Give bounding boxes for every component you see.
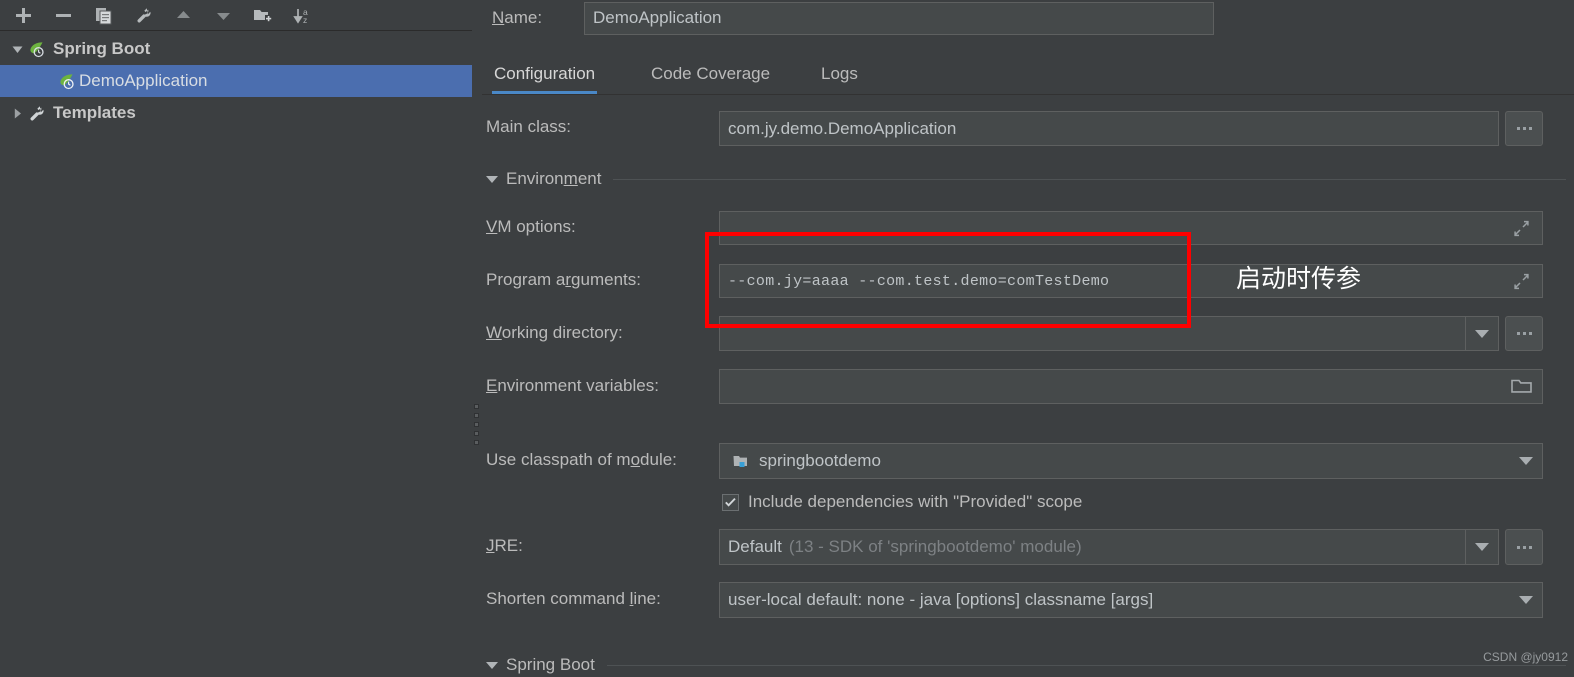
collapse-triangle-icon: [486, 175, 498, 183]
configuration-tabs: Configuration Code Coverage Logs: [474, 54, 1574, 95]
section-divider: [613, 178, 1566, 180]
working-directory-label: Working directory:: [486, 323, 623, 342]
configurations-left-panel: a z Spring Boot DemoApplication Template…: [0, 0, 474, 677]
remove-icon[interactable]: [50, 3, 76, 27]
ellipsis-icon: [1516, 332, 1532, 335]
main-class-label: Main class:: [486, 117, 572, 136]
move-down-icon[interactable]: [210, 3, 236, 27]
vm-options-label: VM options:: [486, 217, 576, 236]
shorten-command-line-dropdown-button[interactable]: [1509, 583, 1542, 617]
main-class-input[interactable]: com.jy.demo.DemoApplication: [719, 111, 1499, 146]
tree-node-label: DemoApplication: [79, 71, 208, 90]
configurations-tree: Spring Boot DemoApplication Templates: [0, 32, 473, 677]
splitter-grip-icon: [474, 404, 480, 450]
wrench-icon: [26, 103, 46, 123]
jre-combo[interactable]: Default (13 - SDK of 'springbootdemo' mo…: [719, 529, 1499, 565]
chevron-down-icon: [1518, 596, 1533, 604]
ellipsis-icon: [1516, 545, 1532, 549]
annotation-text: 启动时传参: [1236, 265, 1362, 293]
spring-boot-section-label: Spring Boot: [506, 655, 595, 674]
tab-logs[interactable]: Logs: [819, 54, 860, 94]
add-icon[interactable]: [10, 3, 36, 27]
new-folder-icon[interactable]: [250, 3, 276, 27]
expand-vm-options-icon[interactable]: [1510, 217, 1532, 239]
configuration-details-panel: Name: Share Single instance onl Configur…: [474, 0, 1574, 677]
svg-text:z: z: [303, 15, 307, 25]
watermark: CSDN @jy0912: [1483, 650, 1568, 664]
shorten-command-line-label: Shorten command line:: [486, 589, 661, 608]
spring-boot-icon: [56, 71, 76, 91]
environment-variables-folder-icon[interactable]: [1509, 375, 1533, 397]
include-provided-checkbox[interactable]: Include dependencies with "Provided" sco…: [722, 492, 1082, 512]
tab-label: Logs: [821, 64, 858, 83]
jre-dropdown-button[interactable]: [1465, 530, 1498, 564]
spring-boot-section-header[interactable]: Spring Boot: [486, 655, 1566, 675]
tree-node-label: Spring Boot: [53, 39, 151, 58]
ellipsis-icon: [1516, 127, 1532, 130]
wrench-icon[interactable]: [130, 3, 156, 27]
environment-section-header[interactable]: Environment: [486, 169, 1566, 189]
panel-splitter[interactable]: [472, 0, 482, 677]
use-classpath-label: Use classpath of module:: [486, 450, 677, 469]
use-classpath-dropdown-button[interactable]: [1509, 444, 1542, 478]
tree-node-spring-boot[interactable]: Spring Boot: [0, 33, 473, 65]
tab-code-coverage[interactable]: Code Coverage: [649, 54, 772, 94]
collapse-triangle-icon: [486, 661, 498, 669]
vm-options-input[interactable]: [719, 211, 1543, 245]
tree-node-demoapplication[interactable]: DemoApplication: [0, 65, 473, 97]
working-directory-dropdown-button[interactable]: [1465, 317, 1498, 350]
spring-boot-icon: [26, 39, 46, 59]
expand-program-arguments-icon[interactable]: [1510, 270, 1532, 292]
chevron-down-icon: [1475, 543, 1489, 551]
use-classpath-value: springbootdemo: [759, 451, 881, 470]
tab-configuration[interactable]: Configuration: [492, 54, 598, 94]
chevron-down-icon: [1518, 457, 1533, 465]
name-label: Name:: [492, 8, 543, 27]
include-provided-label: Include dependencies with "Provided" sco…: [748, 492, 1083, 511]
program-arguments-input[interactable]: --com.jy=aaaa --com.test.demo=comTestDem…: [719, 264, 1543, 298]
copy-icon[interactable]: [90, 3, 116, 27]
use-classpath-combo[interactable]: springbootdemo: [719, 443, 1543, 479]
move-up-icon[interactable]: [170, 3, 196, 27]
tree-node-label: Templates: [53, 103, 136, 122]
chevron-down-icon: [1475, 329, 1489, 338]
environment-section-label: Environment: [506, 169, 602, 188]
environment-variables-input[interactable]: [719, 369, 1543, 404]
name-input[interactable]: [584, 1, 1214, 35]
environment-variables-label: Environment variables:: [486, 376, 659, 395]
jre-value: Default: [728, 537, 782, 556]
tab-label: Configuration: [494, 64, 596, 83]
working-directory-input[interactable]: [719, 316, 1499, 351]
jre-value-hint: (13 - SDK of 'springbootdemo' module): [788, 537, 1082, 556]
section-divider: [606, 664, 1566, 666]
expand-triangle-down-icon[interactable]: [9, 41, 26, 58]
run-configurations-dialog: a z Spring Boot DemoApplication Template…: [0, 0, 1574, 677]
configuration-form: Main class: com.jy.demo.DemoApplication …: [474, 95, 1574, 677]
program-arguments-label: Program arguments:: [486, 270, 641, 289]
shorten-command-line-combo[interactable]: user-local default: none - java [options…: [719, 582, 1543, 618]
configurations-toolbar: a z: [0, 0, 473, 31]
jre-label: JRE:: [486, 536, 523, 555]
main-class-browse-button[interactable]: [1505, 111, 1543, 146]
working-directory-browse-button[interactable]: [1505, 316, 1543, 351]
sort-alphabetically-icon[interactable]: a z: [290, 3, 316, 27]
module-icon: [730, 451, 750, 471]
checkbox-checked-icon: [722, 493, 739, 511]
expand-triangle-right-icon[interactable]: [9, 105, 26, 122]
tab-label: Code Coverage: [651, 64, 771, 83]
name-row: Name:: [492, 0, 1574, 36]
jre-browse-button[interactable]: [1505, 529, 1543, 565]
tree-node-templates[interactable]: Templates: [0, 97, 473, 129]
